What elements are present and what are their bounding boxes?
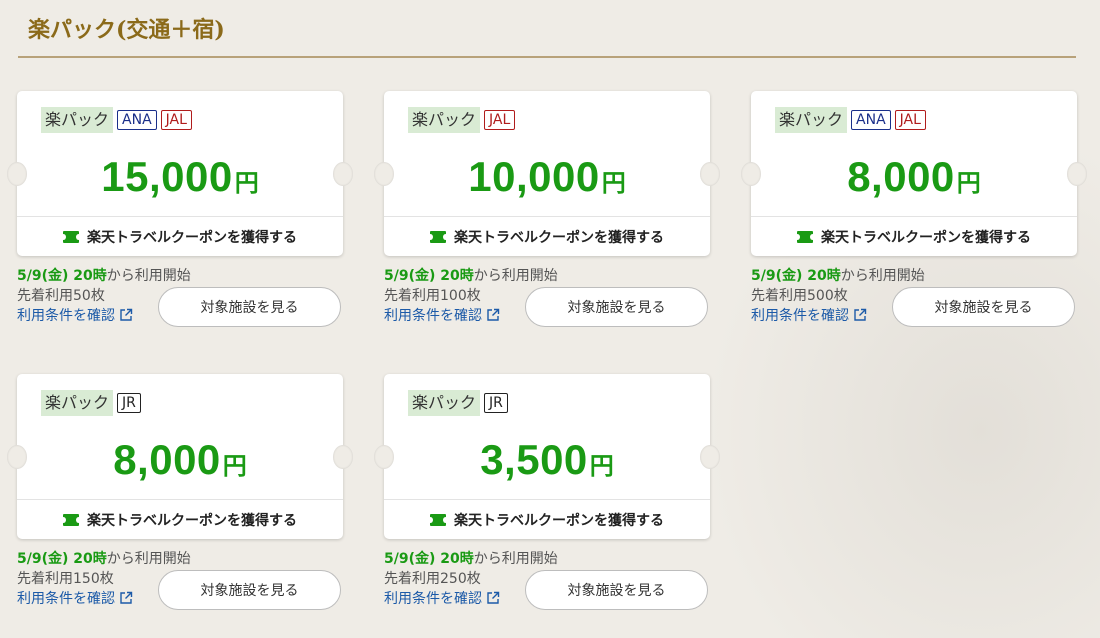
coupon-card: 楽パック ANA JAL 15,000円 楽天トラベルクーポンを獲得する 5/9(金… (7, 91, 353, 327)
amount-value: 3,500 (480, 436, 588, 483)
discount-amount: 15,000円 (17, 153, 343, 201)
start-suffix: から利用開始 (840, 268, 925, 284)
carrier-badge-ana: ANA (117, 110, 157, 130)
yen-unit: 円 (222, 453, 247, 480)
terms-link[interactable]: 利用条件を確認 (17, 305, 133, 325)
amount-value: 10,000 (468, 153, 600, 200)
coupon-ticket: 楽パック JAL 10,000円 楽天トラベルクーポンを獲得する (374, 91, 720, 256)
get-coupon-button[interactable]: 楽天トラベルクーポンを獲得する (17, 500, 343, 539)
get-coupon-label: 楽天トラベルクーポンを獲得する (454, 512, 664, 529)
start-suffix: から利用開始 (473, 268, 558, 284)
discount-amount: 3,500円 (384, 436, 710, 484)
get-coupon-button[interactable]: 楽天トラベルクーポンを獲得する (384, 500, 710, 539)
ticket-icon (61, 513, 81, 526)
terms-link[interactable]: 利用条件を確認 (17, 588, 133, 608)
yen-unit: 円 (601, 170, 626, 197)
start-info: 5/9(金) 20時から利用開始 (17, 548, 191, 568)
start-date: 5/9(金) 20時 (384, 551, 474, 567)
badge-row: 楽パック JR (41, 390, 141, 416)
amount-value: 15,000 (101, 153, 233, 200)
terms-link-label: 利用条件を確認 (17, 308, 115, 324)
get-coupon-label: 楽天トラベルクーポンを獲得する (87, 229, 297, 246)
carrier-badge-jr: JR (484, 393, 508, 413)
ticket-icon (61, 230, 81, 243)
start-info: 5/9(金) 20時から利用開始 (17, 265, 191, 285)
start-date: 5/9(金) 20時 (17, 551, 107, 567)
pack-badge: 楽パック (41, 390, 114, 416)
usage-limit: 先着利用150枚 (17, 571, 114, 587)
start-suffix: から利用開始 (473, 551, 558, 567)
coupon-ticket: 楽パック ANA JAL 15,000円 楽天トラベルクーポンを獲得する (7, 91, 353, 256)
get-coupon-label: 楽天トラベルクーポンを獲得する (454, 229, 664, 246)
badge-row: 楽パック ANA JAL (775, 107, 926, 133)
start-info: 5/9(金) 20時から利用開始 (384, 265, 558, 285)
usage-limit: 先着利用50枚 (17, 288, 105, 304)
carrier-badge-jr: JR (117, 393, 141, 413)
view-hotels-button[interactable]: 対象施設を見る (158, 570, 341, 610)
get-coupon-button[interactable]: 楽天トラベルクーポンを獲得する (384, 217, 710, 256)
terms-link-label: 利用条件を確認 (384, 308, 482, 324)
ticket-icon (428, 230, 448, 243)
coupon-card: 楽パック JAL 10,000円 楽天トラベルクーポンを獲得する 5/9(金) 2… (374, 91, 720, 327)
view-hotels-button[interactable]: 対象施設を見る (525, 570, 708, 610)
pack-badge: 楽パック (775, 107, 848, 133)
external-link-icon (119, 308, 133, 322)
pack-badge: 楽パック (41, 107, 114, 133)
get-coupon-button[interactable]: 楽天トラベルクーポンを獲得する (17, 217, 343, 256)
badge-row: 楽パック ANA JAL (41, 107, 192, 133)
carrier-badge-jal: JAL (894, 110, 926, 130)
terms-link[interactable]: 利用条件を確認 (384, 305, 500, 325)
discount-amount: 8,000円 (17, 436, 343, 484)
ticket-icon (428, 513, 448, 526)
view-hotels-button[interactable]: 対象施設を見る (892, 287, 1075, 327)
discount-amount: 8,000円 (751, 153, 1077, 201)
carrier-badge-jal: JAL (160, 110, 192, 130)
usage-limit: 先着利用500枚 (751, 288, 848, 304)
usage-limit: 先着利用250枚 (384, 571, 481, 587)
title-divider (18, 56, 1076, 58)
view-hotels-button[interactable]: 対象施設を見る (158, 287, 341, 327)
badge-row: 楽パック JR (408, 390, 508, 416)
yen-unit: 円 (234, 170, 259, 197)
start-suffix: から利用開始 (106, 551, 191, 567)
terms-link-label: 利用条件を確認 (751, 308, 849, 324)
start-info: 5/9(金) 20時から利用開始 (384, 548, 558, 568)
coupon-card: 楽パック JR 8,000円 楽天トラベルクーポンを獲得する 5/9(金) 20時… (7, 374, 353, 610)
external-link-icon (853, 308, 867, 322)
get-coupon-button[interactable]: 楽天トラベルクーポンを獲得する (751, 217, 1077, 256)
get-coupon-label: 楽天トラベルクーポンを獲得する (87, 512, 297, 529)
yen-unit: 円 (589, 453, 614, 480)
ticket-icon (795, 230, 815, 243)
external-link-icon (119, 591, 133, 605)
external-link-icon (486, 591, 500, 605)
external-link-icon (486, 308, 500, 322)
carrier-badge-ana: ANA (851, 110, 891, 130)
terms-link-label: 利用条件を確認 (17, 591, 115, 607)
coupon-card: 楽パック JR 3,500円 楽天トラベルクーポンを獲得する 5/9(金) 20時… (374, 374, 720, 610)
view-hotels-button[interactable]: 対象施設を見る (525, 287, 708, 327)
coupon-card: 楽パック ANA JAL 8,000円 楽天トラベルクーポンを獲得する 5/9(金)… (741, 91, 1087, 327)
amount-value: 8,000 (113, 436, 221, 483)
carrier-badge-jal: JAL (484, 110, 516, 130)
usage-limit: 先着利用100枚 (384, 288, 481, 304)
section-title: 楽パック(交通＋宿) (28, 17, 225, 43)
start-suffix: から利用開始 (106, 268, 191, 284)
terms-link-label: 利用条件を確認 (384, 591, 482, 607)
coupon-ticket: 楽パック JR 3,500円 楽天トラベルクーポンを獲得する (374, 374, 720, 539)
amount-value: 8,000 (847, 153, 955, 200)
coupon-ticket: 楽パック JR 8,000円 楽天トラベルクーポンを獲得する (7, 374, 353, 539)
start-date: 5/9(金) 20時 (17, 268, 107, 284)
start-date: 5/9(金) 20時 (751, 268, 841, 284)
get-coupon-label: 楽天トラベルクーポンを獲得する (821, 229, 1031, 246)
terms-link[interactable]: 利用条件を確認 (751, 305, 867, 325)
pack-badge: 楽パック (408, 107, 481, 133)
discount-amount: 10,000円 (384, 153, 710, 201)
start-date: 5/9(金) 20時 (384, 268, 474, 284)
yen-unit: 円 (956, 170, 981, 197)
terms-link[interactable]: 利用条件を確認 (384, 588, 500, 608)
pack-badge: 楽パック (408, 390, 481, 416)
badge-row: 楽パック JAL (408, 107, 516, 133)
coupon-ticket: 楽パック ANA JAL 8,000円 楽天トラベルクーポンを獲得する (741, 91, 1087, 256)
start-info: 5/9(金) 20時から利用開始 (751, 265, 925, 285)
